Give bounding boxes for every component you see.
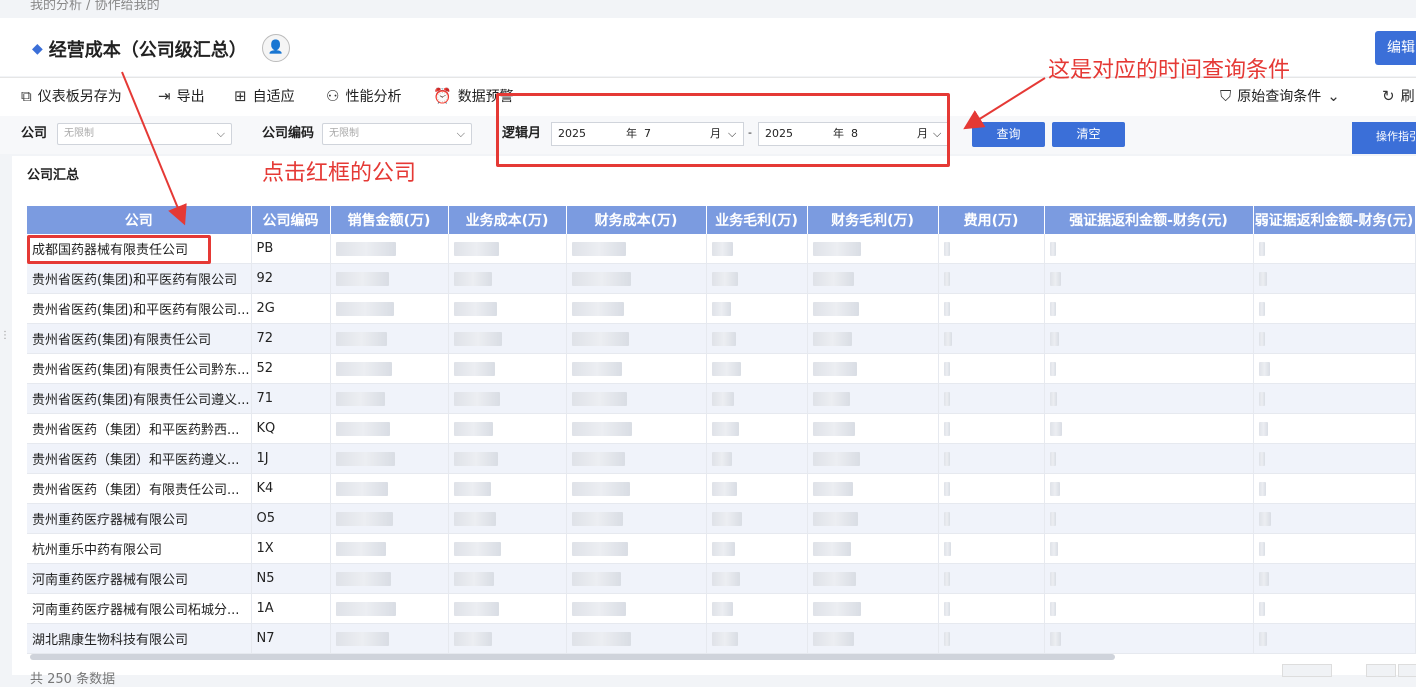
arrow-to-time-filter: [963, 77, 1046, 130]
annotation-arrows: [121, 71, 1046, 226]
arrow-to-company: [121, 71, 187, 226]
